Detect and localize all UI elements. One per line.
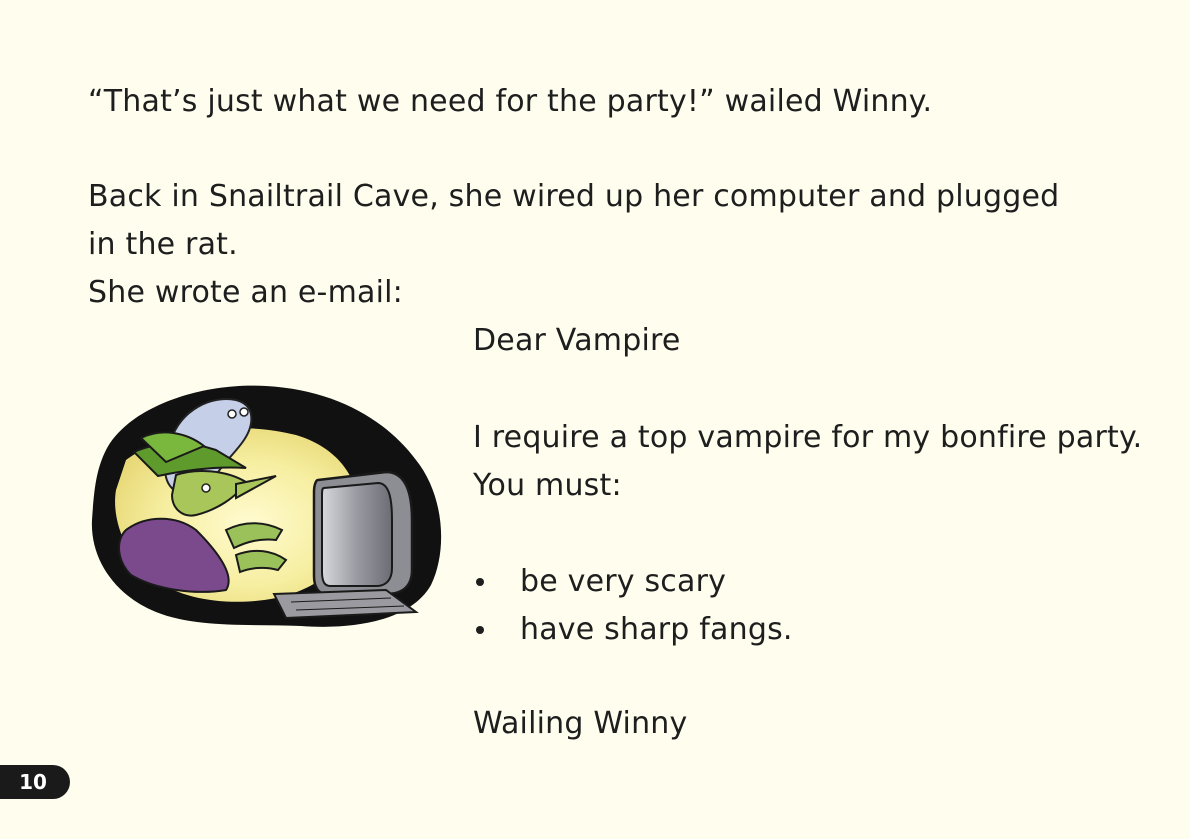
bullet-dot-icon (476, 626, 484, 634)
email-body-line-2: You must: (473, 468, 622, 503)
email-body-line-1: I require a top vampire for my bonfire p… (473, 420, 1143, 455)
story-paragraph-quote: “That’s just what we need for the party!… (88, 84, 933, 119)
story-paragraph-line-1: Back in Snailtrail Cave, she wired up he… (88, 179, 1060, 214)
email-greeting: Dear Vampire (473, 323, 681, 358)
bullet-dot-icon (476, 578, 484, 586)
story-paragraph-email-intro: She wrote an e-mail: (88, 275, 403, 310)
email-bullet-item: be very scary (520, 564, 727, 599)
email-signature: Wailing Winny (473, 706, 688, 741)
story-paragraph-line-2: in the rat. (88, 227, 238, 262)
page-number-badge: 10 (0, 765, 70, 799)
witch-at-computer-illustration (86, 380, 448, 632)
email-bullet-item: have sharp fangs. (520, 612, 793, 647)
